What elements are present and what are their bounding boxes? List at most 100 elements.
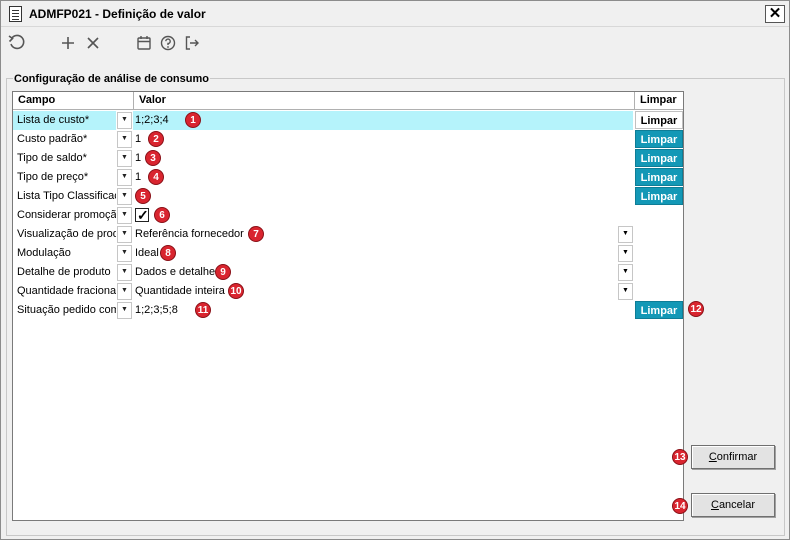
table-row[interactable]: Tipo de preço* ▼ 1 4 Limpar: [13, 168, 683, 187]
table-row[interactable]: Custo padrão* ▼ 1 2 Limpar: [13, 130, 683, 149]
group-label: Configuração de análise de consumo: [13, 73, 210, 85]
clear-button[interactable]: Limpar: [635, 168, 683, 186]
clear-button[interactable]: Limpar: [635, 130, 683, 148]
field-name: Lista de custo*: [13, 111, 117, 130]
table-row[interactable]: Situação pedido compra ▼ 1;2;3;5;8 11 Li…: [13, 301, 683, 320]
table-row[interactable]: Lista de custo* ▼ 1;2;3;4 1 Limpar: [13, 111, 683, 130]
callout-badge: 7: [248, 226, 264, 242]
field-name: Detalhe de produto: [13, 263, 117, 282]
value-text: 1: [135, 152, 142, 164]
chevron-down-icon[interactable]: ▼: [618, 283, 633, 300]
value-text: 1: [135, 133, 142, 145]
chevron-down-icon[interactable]: ▼: [117, 302, 132, 319]
calendar-icon[interactable]: [134, 34, 154, 54]
clear-button[interactable]: Limpar: [635, 187, 683, 205]
callout-badge: 11: [195, 302, 211, 318]
field-name: Custo padrão*: [13, 130, 117, 149]
callout-badge: 6: [154, 207, 170, 223]
callout-badge: 14: [672, 498, 688, 514]
field-name: Lista Tipo Classificação: [13, 187, 117, 206]
callout-badge: 9: [215, 264, 231, 280]
value-text: Ideal: [135, 247, 159, 259]
field-value[interactable]: 1: [133, 130, 633, 149]
chevron-down-icon[interactable]: ▼: [618, 226, 633, 243]
callout-badge: 4: [148, 169, 164, 185]
cancel-button[interactable]: Cancelar: [691, 493, 775, 517]
field-value[interactable]: Quantidade inteira: [133, 282, 633, 301]
field-value[interactable]: Referência fornecedor: [133, 225, 633, 244]
callout-badge: 2: [148, 131, 164, 147]
table-row[interactable]: Lista Tipo Classificação ▼ 5 Limpar: [13, 187, 683, 206]
cancel-hotkey: C: [710, 499, 719, 511]
chevron-down-icon[interactable]: ▼: [117, 150, 132, 167]
field-name: Considerar promoção: [13, 206, 117, 225]
refresh-icon[interactable]: [7, 34, 27, 54]
callout-badge: 8: [160, 245, 176, 261]
field-name: Modulação: [13, 244, 117, 263]
document-icon: [9, 6, 22, 22]
cancel-label: ancelar: [718, 499, 756, 511]
exit-icon[interactable]: [182, 34, 202, 54]
close-button[interactable]: ✕: [765, 5, 785, 23]
checkbox[interactable]: [135, 206, 149, 224]
chevron-down-icon[interactable]: ▼: [117, 188, 132, 205]
field-value[interactable]: [133, 206, 633, 225]
chevron-down-icon[interactable]: ▼: [117, 226, 132, 243]
help-icon[interactable]: [158, 34, 178, 54]
delete-icon[interactable]: [83, 34, 103, 54]
toolbar: [1, 28, 789, 60]
callout-badge: 5: [135, 188, 151, 204]
table-row[interactable]: Modulação ▼ Ideal 8 ▼: [13, 244, 683, 263]
table-row[interactable]: Considerar promoção ▼ 6: [13, 206, 683, 225]
value-text: 1;2;3;4: [135, 114, 169, 126]
field-value[interactable]: 1: [133, 149, 633, 168]
chevron-down-icon[interactable]: ▼: [117, 169, 132, 186]
header-campo: Campo: [13, 92, 134, 110]
chevron-down-icon[interactable]: ▼: [618, 264, 633, 281]
callout-badge: 1: [185, 112, 201, 128]
chevron-down-icon[interactable]: ▼: [117, 207, 132, 224]
field-value[interactable]: Ideal: [133, 244, 633, 263]
title-bar: ADMFP021 - Definição de valor ✕: [1, 1, 789, 27]
callout-badge: 3: [145, 150, 161, 166]
table-row[interactable]: Visualização de produto ▼ Referência for…: [13, 225, 683, 244]
window-title: ADMFP021 - Definição de valor: [29, 7, 206, 21]
chevron-down-icon[interactable]: ▼: [117, 264, 132, 281]
field-value[interactable]: Dados e detalhe: [133, 263, 633, 282]
value-text: 1;2;3;5;8: [135, 304, 178, 316]
field-value[interactable]: [133, 187, 633, 206]
clear-button[interactable]: Limpar: [635, 149, 683, 167]
field-value[interactable]: 1: [133, 168, 633, 187]
callout-badge: 10: [228, 283, 244, 299]
header-valor: Valor: [134, 92, 635, 110]
header-limpar: Limpar: [635, 92, 683, 110]
clear-button[interactable]: Limpar: [635, 111, 683, 129]
field-name: Tipo de preço*: [13, 168, 117, 187]
chevron-down-icon[interactable]: ▼: [117, 112, 132, 129]
table-row[interactable]: Tipo de saldo* ▼ 1 3 Limpar: [13, 149, 683, 168]
chevron-down-icon[interactable]: ▼: [618, 245, 633, 262]
clear-button[interactable]: Limpar: [635, 301, 683, 319]
callout-badge: 13: [672, 449, 688, 465]
field-name: Situação pedido compra: [13, 301, 117, 320]
callout-badge: 12: [688, 301, 704, 317]
chevron-down-icon[interactable]: ▼: [117, 245, 132, 262]
field-value[interactable]: 1;2;3;4: [133, 111, 633, 130]
field-name: Tipo de saldo*: [13, 149, 117, 168]
dialog-window: ADMFP021 - Definição de valor ✕ Configur…: [0, 0, 790, 540]
config-grid: Campo Valor Limpar Lista de custo* ▼ 1;2…: [12, 91, 684, 521]
value-text: Dados e detalhe: [135, 266, 216, 278]
chevron-down-icon[interactable]: ▼: [117, 131, 132, 148]
value-text: Quantidade inteira: [135, 285, 225, 297]
chevron-down-icon[interactable]: ▼: [117, 283, 132, 300]
field-name: Quantidade fracionada: [13, 282, 117, 301]
table-row[interactable]: Quantidade fracionada ▼ Quantidade intei…: [13, 282, 683, 301]
field-name: Visualização de produto: [13, 225, 117, 244]
confirm-label: onfirmar: [716, 451, 758, 463]
value-text: Referência fornecedor: [135, 228, 244, 240]
confirm-button[interactable]: Confirmar: [691, 445, 775, 469]
table-row[interactable]: Detalhe de produto ▼ Dados e detalhe 9 ▼: [13, 263, 683, 282]
confirm-hotkey: C: [708, 451, 717, 463]
value-text: 1: [135, 171, 142, 183]
add-icon[interactable]: [58, 34, 78, 54]
